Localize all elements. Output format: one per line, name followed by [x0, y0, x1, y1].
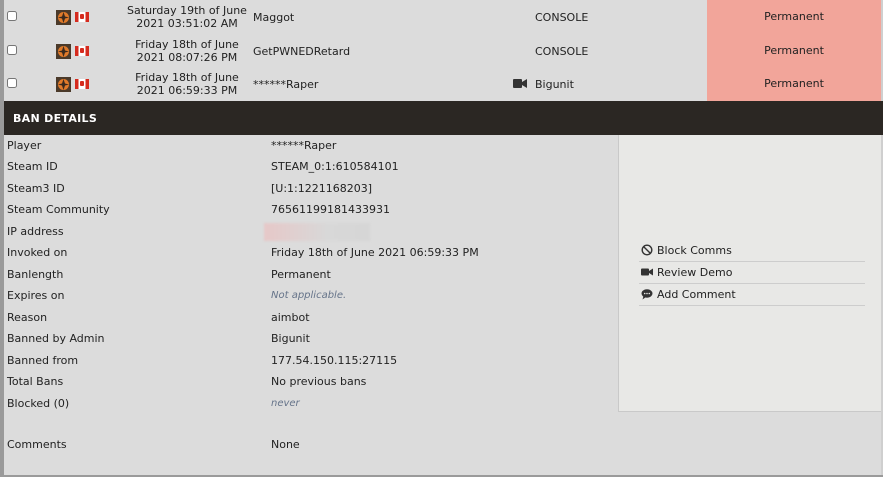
field-label-steam3-id: Steam3 ID [7, 182, 65, 195]
field-label-total-bans: Total Bans [7, 375, 64, 388]
field-label-ip-address: IP address [7, 225, 64, 238]
player-name: Maggot [253, 11, 295, 24]
tf2-game-icon [56, 44, 71, 59]
field-label-steam-community: Steam Community [7, 203, 110, 216]
field-value-steam-id: STEAM_0:1:610584101 [271, 160, 399, 173]
field-value-reason: aimbot [271, 311, 310, 324]
field-label-banlength: Banlength [7, 268, 64, 281]
ip-address-redacted [264, 223, 370, 241]
field-value-banned-from: 177.54.150.115:27115 [271, 354, 398, 367]
field-value-steam3-id: [U:1:1221168203] [271, 182, 373, 195]
ban-date: Saturday 19th of June 2021 03:51:02 AM [127, 4, 247, 30]
admin-name: CONSOLE [535, 11, 589, 24]
ban-date: Friday 18th of June 2021 06:59:33 PM [135, 71, 239, 97]
field-value-comments: None [271, 438, 300, 451]
player-name: GetPWNEDRetard [253, 45, 351, 58]
video-camera-icon [641, 268, 653, 276]
table-row[interactable]: Saturday 19th of June 2021 03:51:02 AM M… [4, 0, 881, 34]
tf2-game-icon [56, 10, 71, 25]
field-label-invoked-on: Invoked on [7, 246, 68, 259]
field-label-blocked: Blocked (0) [7, 397, 70, 410]
field-value-expires-on: Not applicable. [271, 290, 347, 301]
field-label-player: Player [7, 139, 42, 152]
block-icon [641, 244, 653, 256]
add-comment-button[interactable]: Add Comment [639, 283, 865, 306]
ban-details-title: BAN DETAILS [13, 112, 98, 125]
field-value-invoked-on: Friday 18th of June 2021 06:59:33 PM [271, 246, 479, 259]
canada-flag-icon [75, 12, 89, 22]
ban-length-badge: Permanent [707, 67, 881, 101]
table-row[interactable]: Friday 18th of June 2021 08:07:26 PM Get… [4, 34, 881, 68]
ban-length-badge: Permanent [707, 34, 881, 68]
field-label-comments: Comments [7, 438, 67, 451]
field-value-blocked: never [271, 398, 300, 409]
canada-flag-icon [75, 79, 89, 89]
field-value-banned-by-admin: Bigunit [271, 332, 310, 345]
table-row[interactable]: Friday 18th of June 2021 06:59:33 PM ***… [4, 67, 881, 101]
row-checkbox[interactable] [7, 78, 17, 88]
admin-name: CONSOLE [535, 45, 589, 58]
ban-list-page: Saturday 19th of June 2021 03:51:02 AM M… [0, 0, 883, 477]
ban-date: Friday 18th of June 2021 08:07:26 PM [135, 38, 239, 64]
field-label-expires-on: Expires on [7, 289, 65, 302]
field-label-banned-by-admin: Banned by Admin [7, 332, 105, 345]
review-demo-label: Review Demo [657, 266, 733, 279]
field-value-player: ******Raper [271, 139, 337, 152]
demo-video-icon[interactable] [513, 79, 527, 88]
player-name: ******Raper [253, 78, 319, 91]
ban-actions-panel: Block Comms Review Demo Add Comment [618, 135, 881, 412]
row-checkbox[interactable] [7, 45, 17, 55]
field-label-reason: Reason [7, 311, 48, 324]
ban-length-badge: Permanent [707, 0, 881, 34]
steam-community-link[interactable]: 76561199181433931 [271, 203, 390, 216]
field-value-banlength: Permanent [271, 268, 331, 281]
admin-name: Bigunit [535, 78, 574, 91]
ban-details-header[interactable]: BAN DETAILS [4, 101, 883, 135]
field-value-total-bans: No previous bans [271, 375, 367, 388]
row-checkbox[interactable] [7, 11, 17, 21]
block-comms-button[interactable]: Block Comms [639, 239, 865, 262]
field-label-steam-id: Steam ID [7, 160, 58, 173]
block-comms-label: Block Comms [657, 244, 732, 257]
comment-icon [641, 289, 653, 300]
canada-flag-icon [75, 46, 89, 56]
review-demo-button[interactable]: Review Demo [639, 261, 865, 284]
add-comment-label: Add Comment [657, 288, 736, 301]
field-label-banned-from: Banned from [7, 354, 79, 367]
tf2-game-icon [56, 77, 71, 92]
